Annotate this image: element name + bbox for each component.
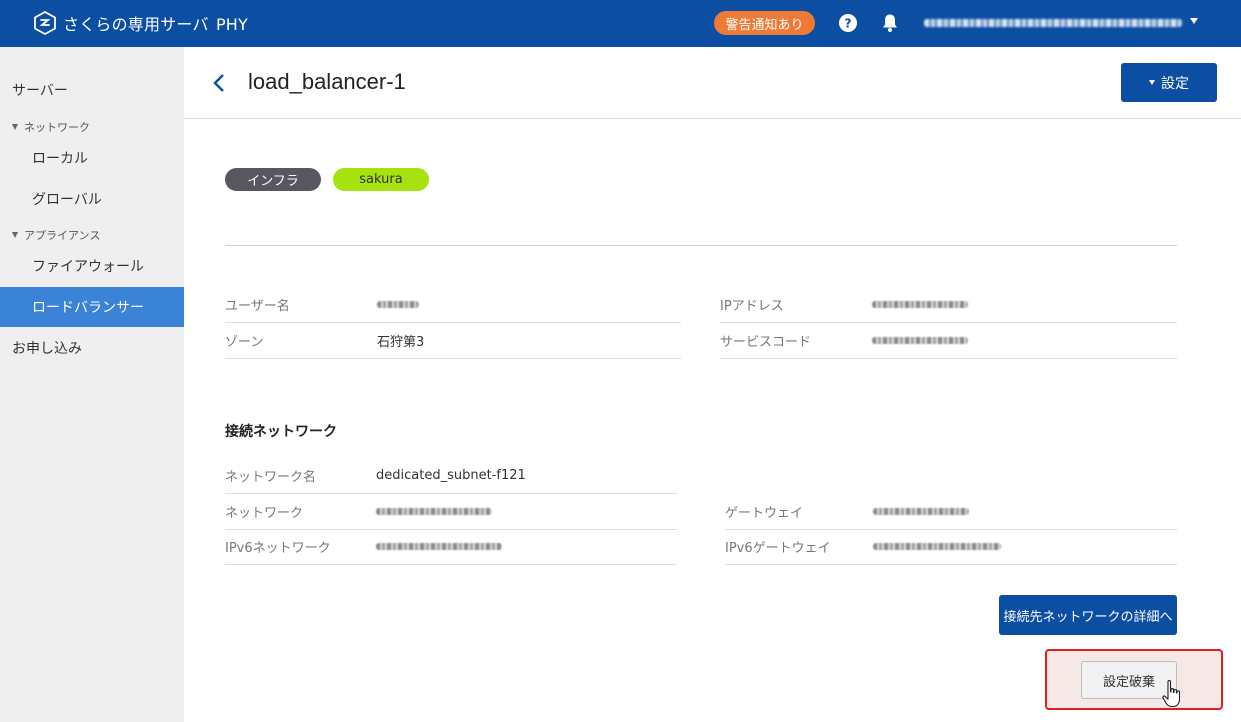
zone-value: 石狩第3 xyxy=(377,335,425,350)
row-service-code: サービスコード xyxy=(720,323,1177,359)
sidebar-item-server[interactable]: サーバー xyxy=(0,70,184,110)
alert-badge[interactable]: 警告通知あり xyxy=(714,11,815,35)
row-network-name: ネットワーク名 dedicated_subnet-f121 xyxy=(225,458,677,494)
ipv6-network-value-redacted xyxy=(376,539,502,554)
top-bar: さくらの専用サーバ PHY 警告通知あり ? xyxy=(0,0,1241,47)
row-zone: ゾーン 石狩第3 xyxy=(225,323,681,359)
brand-suffix: PHY xyxy=(215,15,248,34)
brand[interactable]: さくらの専用サーバ PHY xyxy=(33,11,248,35)
account-menu[interactable] xyxy=(924,16,1182,30)
caret-down-icon xyxy=(1149,80,1155,85)
sidebar-item-firewall[interactable]: ファイアウォール xyxy=(0,246,184,286)
zone-label: ゾーン xyxy=(225,335,264,350)
row-ipv6-network: IPv6ネットワーク xyxy=(225,529,677,565)
help-icon[interactable]: ? xyxy=(839,14,857,32)
page-title: load_balancer-1 xyxy=(248,69,406,94)
triangle-down-icon xyxy=(12,232,18,238)
bell-icon[interactable] xyxy=(881,13,899,33)
sakura-logo-icon xyxy=(34,11,56,35)
settings-button[interactable]: 設定 xyxy=(1121,63,1217,102)
sidebar-group-appliance[interactable]: アプライアンス xyxy=(12,227,100,243)
username-label: ユーザー名 xyxy=(225,299,290,314)
tag-infra: インフラ xyxy=(225,168,321,191)
row-username: ユーザー名 xyxy=(225,287,681,323)
network-detail-button[interactable]: 接続先ネットワークの詳細へ xyxy=(999,595,1177,635)
network-name-value: dedicated_subnet-f121 xyxy=(376,468,526,483)
page-header: load_balancer-1 設定 xyxy=(184,47,1241,119)
row-gateway: ゲートウェイ xyxy=(725,494,1177,530)
network-value-redacted xyxy=(376,504,492,519)
row-ipv6-gateway: IPv6ゲートウェイ xyxy=(725,529,1177,565)
service-code-label: サービスコード xyxy=(720,335,812,350)
network-label: ネットワーク xyxy=(225,506,304,521)
svg-text:?: ? xyxy=(845,17,852,31)
ipv6-gateway-value-redacted xyxy=(873,539,1001,554)
caret-down-icon[interactable] xyxy=(1190,18,1198,24)
sidebar-item-apply[interactable]: お申し込み xyxy=(0,328,184,368)
row-ip-address: IPアドレス xyxy=(720,287,1177,323)
divider xyxy=(225,245,1177,246)
tag-sakura: sakura xyxy=(333,168,429,191)
sidebar-group-network[interactable]: ネットワーク xyxy=(12,119,90,135)
username-value-redacted xyxy=(377,297,419,312)
account-name-redacted xyxy=(924,19,1182,27)
sidebar-item-local[interactable]: ローカル xyxy=(0,138,184,178)
ip-address-value-redacted xyxy=(872,297,968,312)
ipv6-network-label: IPv6ネットワーク xyxy=(225,541,331,556)
main-content: load_balancer-1 設定 インフラ sakura ユーザー名 ゾーン… xyxy=(184,47,1241,722)
gateway-value-redacted xyxy=(873,504,969,519)
section-title-network: 接続ネットワーク xyxy=(225,424,337,440)
sidebar-item-load-balancer[interactable]: ロードバランサー xyxy=(0,287,184,327)
ip-address-label: IPアドレス xyxy=(720,299,784,314)
row-network: ネットワーク xyxy=(225,494,677,530)
sidebar-item-global[interactable]: グローバル xyxy=(0,179,184,219)
gateway-label: ゲートウェイ xyxy=(725,506,804,521)
service-code-value-redacted xyxy=(872,333,968,348)
chevron-left-icon[interactable] xyxy=(212,73,226,93)
sidebar: サーバー ネットワーク ローカル グローバル アプライアンス ファイアウォール … xyxy=(0,47,184,722)
brand-name: さくらの専用サーバ PHY xyxy=(63,15,248,34)
triangle-down-icon xyxy=(12,124,18,130)
network-name-label: ネットワーク名 xyxy=(225,470,317,485)
hand-pointer-icon xyxy=(1162,679,1181,708)
ipv6-gateway-label: IPv6ゲートウェイ xyxy=(725,541,831,556)
